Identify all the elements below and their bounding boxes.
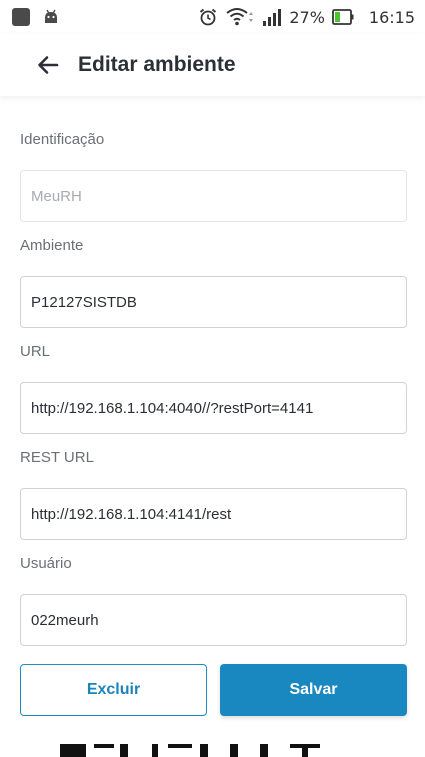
user-input[interactable]: 022meurh [20,594,407,646]
environment-field: Ambiente P12127SISTDB [20,236,407,328]
bottom-graphic [60,744,320,757]
identification-input: MeuRH [20,170,407,222]
battery-percentage: 27% [289,7,325,27]
status-time: 16:15 [368,7,415,27]
signal-icon [263,9,282,26]
status-bar: 27% 16:15 [0,0,425,34]
save-button[interactable]: Salvar [220,664,407,716]
rest-url-label: REST URL [20,449,94,466]
android-icon [45,9,57,23]
environment-input[interactable]: P12127SISTDB [20,276,407,328]
rest-url-input[interactable]: http://192.168.1.104:4141/rest [20,488,407,540]
arrow-left-icon [38,56,59,74]
url-label: URL [20,343,51,360]
user-label: Usuário [20,555,72,572]
status-bar-right: 27% 16:15 [198,7,415,27]
app-bar: Editar ambiente [0,34,425,96]
rest-url-field: REST URL http://192.168.1.104:4141/rest [20,448,407,540]
status-bar-left [12,8,60,26]
url-field: URL http://192.168.1.104:4040//?restPort… [20,342,407,434]
delete-button[interactable]: Excluir [20,664,207,716]
wifi-icon [226,8,254,26]
environment-label: Ambiente [20,237,84,254]
identification-label: Identificação [20,131,105,148]
user-field: Usuário 022meurh [20,554,407,646]
url-input[interactable]: http://192.168.1.104:4040//?restPort=414… [20,382,407,434]
page-title: Editar ambiente [78,53,236,76]
identification-field: Identificação MeuRH [20,130,407,222]
square-notification-icon [12,8,30,26]
alarm-icon [200,8,217,26]
back-button[interactable] [28,45,68,85]
battery-icon [331,9,354,25]
